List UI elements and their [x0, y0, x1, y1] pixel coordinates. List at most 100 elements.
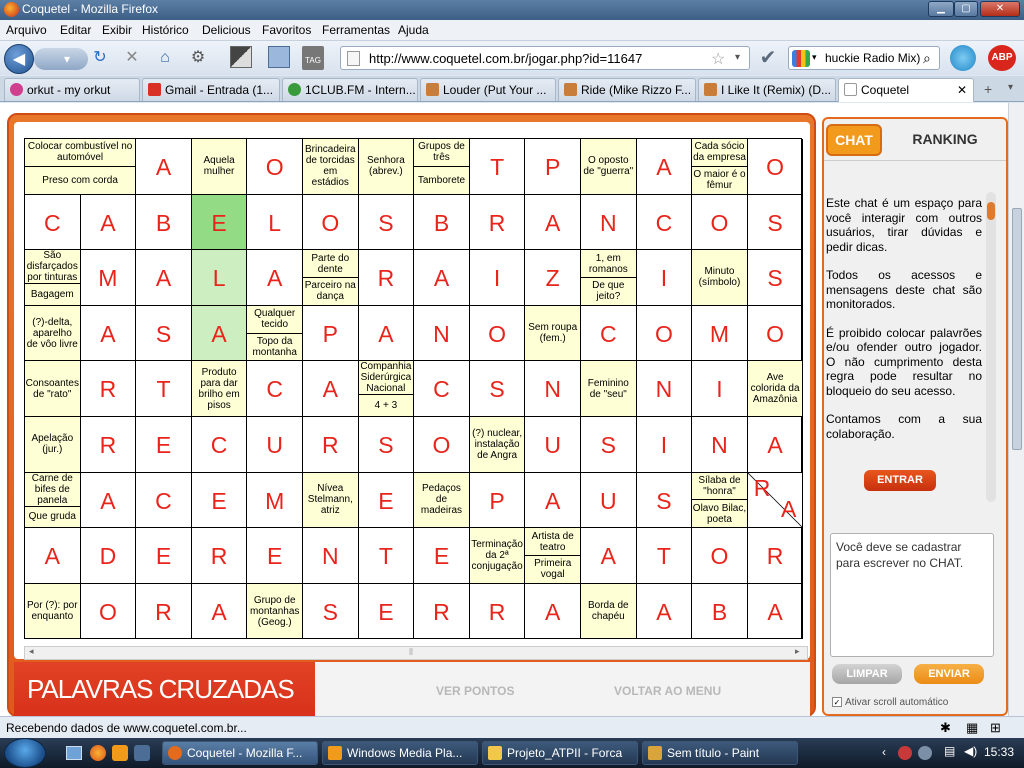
search-icon[interactable]: ⌕ — [923, 50, 931, 67]
letter-cell[interactable]: C — [636, 194, 693, 251]
letter-cell[interactable]: A — [581, 528, 637, 584]
chevron-down-icon[interactable]: ▾ — [812, 52, 817, 63]
letter-cell[interactable]: N — [692, 417, 748, 473]
letter-cell[interactable]: M — [247, 472, 303, 529]
letter-cell[interactable]: U — [247, 417, 303, 473]
letter-cell[interactable]: RA — [747, 472, 804, 529]
letter-cell[interactable]: O — [692, 528, 748, 584]
delicious-icon[interactable]: ✔ — [756, 46, 780, 70]
menu-favoritos[interactable]: Favoritos — [262, 23, 311, 37]
letter-cell[interactable]: S — [581, 417, 637, 473]
letter-cell[interactable]: R — [303, 417, 359, 473]
letter-cell[interactable]: A — [525, 194, 581, 251]
letter-cell[interactable]: I — [692, 361, 748, 417]
resize-icon[interactable]: ⊞ — [990, 720, 1001, 736]
show-desktop-icon[interactable] — [66, 746, 82, 760]
letter-cell[interactable]: E — [191, 194, 248, 251]
start-button[interactable] — [4, 738, 46, 768]
menu-ajuda[interactable]: Ajuda — [398, 23, 429, 37]
letter-cell[interactable]: A — [80, 194, 137, 251]
letter-cell[interactable]: N — [525, 361, 581, 417]
letter-cell[interactable]: A — [25, 528, 81, 584]
addon-icon[interactable]: ⚙ — [186, 46, 210, 70]
letter-cell[interactable]: I — [469, 250, 526, 306]
letter-cell[interactable]: O — [247, 139, 303, 195]
letter-cell[interactable]: O — [747, 305, 804, 362]
letter-cell[interactable]: A — [80, 305, 137, 362]
minimize-button[interactable]: ▁ — [928, 1, 954, 17]
menu-historico[interactable]: Histórico — [142, 23, 189, 37]
star-icon[interactable]: ☆ — [711, 49, 725, 69]
letter-cell[interactable]: A — [636, 139, 693, 195]
letter-cell[interactable]: M — [692, 305, 748, 362]
close-tab-icon[interactable]: ✕ — [957, 79, 967, 101]
letter-cell[interactable]: B — [414, 194, 470, 251]
letter-cell[interactable]: B — [692, 583, 748, 640]
letter-cell[interactable]: C — [414, 361, 470, 417]
letter-cell[interactable]: C — [581, 305, 637, 362]
letter-cell[interactable]: A — [747, 583, 804, 640]
letter-cell[interactable]: R — [414, 583, 470, 640]
stop-icon[interactable]: ✕ — [120, 46, 144, 70]
letter-cell[interactable]: O — [692, 194, 748, 251]
letter-cell[interactable]: D — [80, 528, 137, 584]
letter-cell[interactable]: E — [414, 528, 470, 584]
letter-cell[interactable]: Z — [525, 250, 581, 306]
letter-cell[interactable]: A — [136, 139, 192, 195]
switch-windows-icon[interactable] — [134, 745, 150, 761]
scroll-right-icon[interactable]: ▸ — [795, 646, 800, 657]
letter-cell[interactable]: A — [414, 250, 470, 306]
letter-cell[interactable]: T — [136, 361, 192, 417]
forward-button[interactable]: ▾ — [34, 48, 88, 70]
letter-cell[interactable]: E — [247, 528, 303, 584]
taskbar-paint[interactable]: Sem título - Paint — [642, 741, 798, 765]
letter-cell[interactable]: O — [80, 583, 137, 640]
search-input[interactable]: huckie Radio Mix) — [825, 51, 920, 65]
tab-ranking[interactable]: RANKING — [886, 124, 1004, 156]
letter-cell[interactable]: A — [247, 250, 303, 306]
letter-cell[interactable]: O — [747, 139, 804, 195]
bug-icon[interactable]: ✱ — [940, 720, 951, 736]
reload-icon[interactable]: ↻ — [88, 46, 112, 70]
chat-scrollbar[interactable] — [986, 192, 996, 502]
page-scroll-thumb[interactable] — [1012, 208, 1022, 450]
letter-cell[interactable]: R — [469, 583, 526, 640]
letter-cell[interactable]: E — [136, 528, 192, 584]
voltar-menu-link[interactable]: VOLTAR AO MENU — [614, 684, 721, 698]
tab-list-icon[interactable]: ▾ — [1008, 82, 1013, 93]
menu-exibir[interactable]: Exibir — [102, 23, 132, 37]
letter-cell[interactable]: P — [525, 139, 581, 195]
letter-cell[interactable]: T — [636, 528, 693, 584]
menu-arquivo[interactable]: Arquivo — [6, 23, 47, 37]
save-icon[interactable] — [268, 46, 290, 68]
letter-cell[interactable]: S — [358, 194, 415, 251]
letter-cell[interactable]: A — [525, 472, 581, 529]
letter-cell[interactable]: N — [636, 361, 693, 417]
letter-cell[interactable]: L — [191, 250, 248, 306]
letter-cell[interactable]: O — [469, 305, 526, 362]
letter-cell[interactable]: R — [136, 583, 192, 640]
tray-icon[interactable] — [898, 746, 912, 760]
letter-cell[interactable]: A — [358, 305, 415, 362]
scroll-left-icon[interactable]: ◂ — [29, 646, 34, 657]
letter-cell[interactable]: S — [358, 417, 415, 473]
media-player-launcher-icon[interactable] — [112, 745, 128, 761]
letter-cell[interactable]: C — [25, 194, 81, 251]
letter-cell[interactable]: B — [136, 194, 192, 251]
letter-cell[interactable]: C — [247, 361, 303, 417]
letter-cell[interactable]: A — [136, 250, 192, 306]
chevron-down-icon[interactable]: ▾ — [735, 52, 740, 63]
tab-coquetel[interactable]: Coquetel ✕ — [838, 78, 974, 102]
letter-cell[interactable]: C — [191, 417, 248, 473]
adblock-icon[interactable]: ABP — [988, 45, 1016, 71]
letter-cell[interactable]: C — [136, 472, 192, 529]
new-tab-icon[interactable]: + — [984, 81, 992, 97]
tab-ride[interactable]: Ride (Mike Rizzo F... — [558, 78, 696, 101]
horizontal-scrollbar[interactable]: ◂ ⦀ ▸ — [24, 646, 808, 660]
letter-cell[interactable]: S — [747, 250, 804, 306]
letter-cell[interactable]: R — [191, 528, 248, 584]
letter-cell[interactable]: E — [191, 472, 248, 529]
letter-cell[interactable]: T — [469, 139, 526, 195]
letter-cell[interactable]: R — [80, 417, 137, 473]
tray-expand-icon[interactable]: ‹ — [882, 745, 886, 759]
